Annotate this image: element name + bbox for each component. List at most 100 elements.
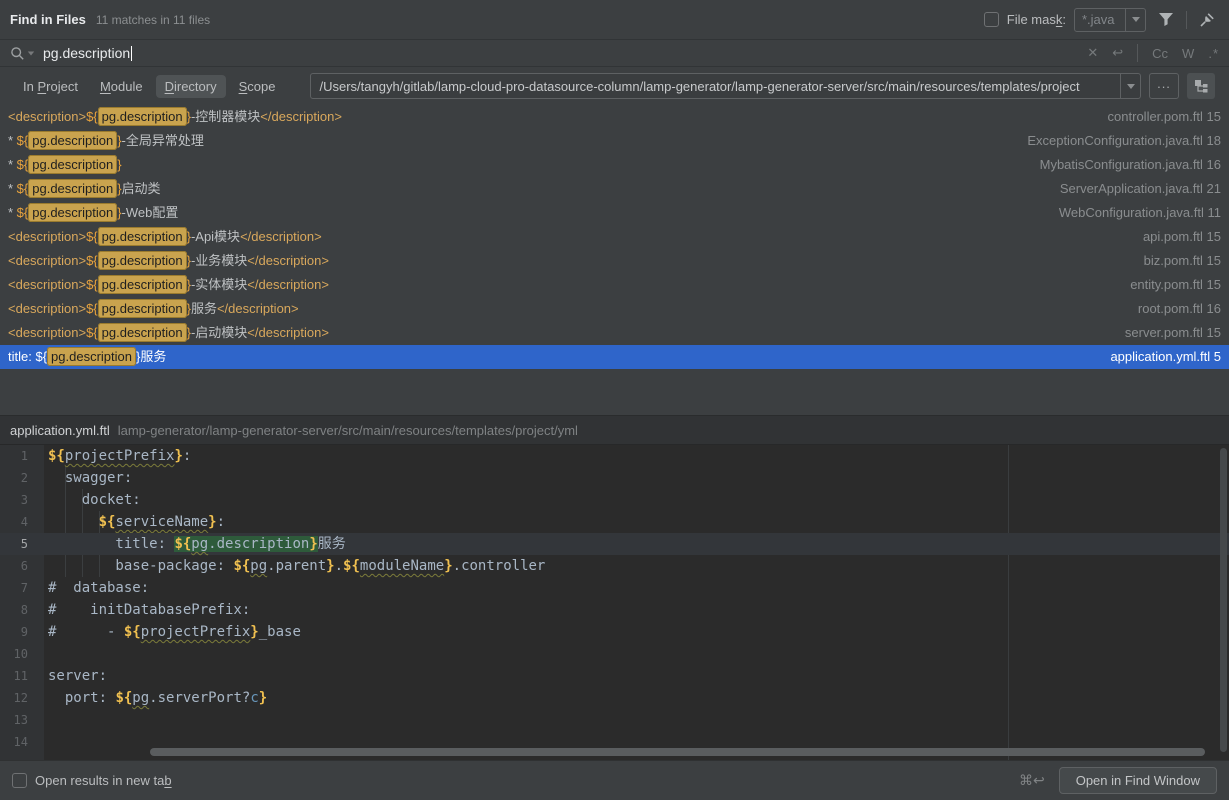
editor-preview[interactable]: 1${projectPrefix}:2 swagger:3 docket:4 $… (0, 445, 1229, 760)
result-row-text: <description>${pg.description}服务</descri… (8, 297, 1126, 321)
whole-words-toggle[interactable]: W (1182, 46, 1194, 61)
insert-newline-icon[interactable]: ↩ (1112, 45, 1123, 61)
scope-tab-directory[interactable]: Directory (156, 75, 226, 98)
result-file-reference: ExceptionConfiguration.java.ftl 18 (1027, 129, 1221, 153)
line-number: 13 (0, 709, 28, 731)
scope-tab-module[interactable]: Module (91, 75, 152, 98)
open-results-checkbox[interactable] (12, 773, 27, 788)
line-code: # database: (48, 577, 149, 599)
result-row[interactable]: <description>${pg.description}-Api模块</de… (0, 225, 1229, 249)
vertical-scrollbar[interactable] (1220, 448, 1227, 752)
line-number: 6 (0, 555, 28, 577)
result-row-text: <description>${pg.description}-控制器模块</de… (8, 105, 1096, 129)
result-row[interactable]: <description>${pg.description}-实体模块</des… (0, 273, 1229, 297)
header-separator (1186, 11, 1187, 29)
line-code: base-package: ${pg.parent}.${moduleName}… (48, 555, 545, 577)
code-line[interactable]: 13 (0, 709, 1229, 731)
result-file-reference: controller.pom.ftl 15 (1108, 105, 1221, 129)
result-file-reference: ServerApplication.java.ftl 21 (1060, 177, 1221, 201)
code-line[interactable]: 12 port: ${pg.serverPort?c} (0, 687, 1229, 709)
line-number: 8 (0, 599, 28, 621)
code-line[interactable]: 9# - ${projectPrefix}_base (0, 621, 1229, 643)
chevron-down-icon[interactable] (1120, 74, 1140, 98)
result-row[interactable]: * ${pg.description}-全局异常处理 ExceptionConfi… (0, 129, 1229, 153)
code-line[interactable]: 7# database: (0, 577, 1229, 599)
result-row-text: * ${pg.description}-Web配置 (8, 201, 1047, 225)
horizontal-scrollbar[interactable] (150, 748, 1205, 756)
preview-file-name: application.yml.ftl (10, 423, 110, 438)
file-mask-value: *.java (1075, 12, 1125, 27)
code-line[interactable]: 2 swagger: (0, 467, 1229, 489)
line-number: 10 (0, 643, 28, 665)
pin-icon[interactable] (1195, 8, 1219, 32)
clear-search-icon[interactable]: ✕ (1087, 45, 1098, 61)
code-line[interactable]: 11 server: (0, 665, 1229, 687)
open-in-find-window-button[interactable]: Open in Find Window (1059, 767, 1217, 794)
line-number: 11 (0, 665, 28, 687)
line-code: ${serviceName}: (48, 511, 225, 533)
code-line[interactable]: 6 base-package: ${pg.parent}.${moduleNam… (0, 555, 1229, 577)
result-file-reference: application.yml.ftl 5 (1110, 345, 1221, 369)
line-code: # initDatabasePrefix: (48, 599, 250, 621)
line-number: 5 (0, 533, 28, 555)
result-file-reference: api.pom.ftl 15 (1143, 225, 1221, 249)
result-row[interactable]: <description>${pg.description}-控制器模块</de… (0, 105, 1229, 129)
search-row: pg.description ✕ ↩ Cc W .* (0, 40, 1229, 67)
dialog-title: Find in Files (10, 12, 86, 27)
result-row-text: <description>${pg.description}-Api模块</de… (8, 225, 1131, 249)
code-line[interactable]: 1 ${projectPrefix}: (0, 445, 1229, 467)
project-structure-toggle[interactable] (1187, 73, 1215, 99)
result-row-text: <description>${pg.description}-启动模块</des… (8, 321, 1113, 345)
code-line[interactable]: 10 (0, 643, 1229, 665)
result-row[interactable]: * ${pg.description}启动类 ServerApplication.… (0, 177, 1229, 201)
code-line[interactable]: 3 docket: (0, 489, 1229, 511)
result-row[interactable]: <description>${pg.description}-启动模块</des… (0, 321, 1229, 345)
line-number: 2 (0, 467, 28, 489)
file-mask-combo[interactable]: *.java (1074, 8, 1146, 32)
line-number: 14 (0, 731, 28, 753)
open-results-label: Open results in new tab (35, 773, 172, 788)
browse-directory-button[interactable]: ... (1149, 73, 1179, 99)
file-mask-label: File mask: (1007, 12, 1066, 27)
result-row-text: * ${pg.description}启动类 (8, 177, 1048, 201)
line-number: 1 (0, 445, 28, 467)
code-line[interactable]: 8 # initDatabasePrefix: (0, 599, 1229, 621)
search-input[interactable]: pg.description (43, 45, 130, 61)
result-row[interactable]: * ${pg.description}MybatisConfiguration.… (0, 153, 1229, 177)
result-row[interactable]: <description>${pg.description}-业务模块</des… (0, 249, 1229, 273)
line-code: server: (48, 665, 107, 687)
line-code: docket: (48, 489, 141, 511)
scope-tabs: In ProjectModuleDirectoryScope (14, 75, 284, 98)
options-separator (1137, 44, 1138, 62)
result-row[interactable]: title: ${pg.description}服务application.ym… (0, 345, 1229, 369)
line-code: swagger: (48, 467, 132, 489)
text-caret (131, 46, 132, 61)
line-number: 12 (0, 687, 28, 709)
match-case-toggle[interactable]: Cc (1152, 46, 1168, 61)
code-line[interactable]: 4 ${serviceName}: (0, 511, 1229, 533)
results-list: <description>${pg.description}-控制器模块</de… (0, 105, 1229, 415)
result-row[interactable]: * ${pg.description}-Web配置WebConfiguratio… (0, 201, 1229, 225)
filter-icon[interactable] (1154, 8, 1178, 32)
header-controls: File mask: *.java (984, 8, 1219, 32)
result-row-text: * ${pg.description}-全局异常处理 (8, 129, 1015, 153)
directory-path-combo[interactable]: /Users/tangyh/gitlab/lamp-cloud-pro-data… (310, 73, 1141, 99)
scope-row: In ProjectModuleDirectoryScope /Users/ta… (0, 67, 1229, 105)
line-code: title: ${pg.description}服务 (48, 533, 346, 555)
result-file-reference: root.pom.ftl 16 (1138, 297, 1221, 321)
match-summary: 11 matches in 11 files (96, 13, 210, 27)
scope-tab-in-project[interactable]: In Project (14, 75, 87, 98)
dialog-header: Find in Files 11 matches in 11 files Fil… (0, 0, 1229, 40)
scope-tab-scope[interactable]: Scope (230, 75, 285, 98)
result-file-reference: entity.pom.ftl 15 (1130, 273, 1221, 297)
line-code: ${projectPrefix}: (48, 445, 191, 467)
result-file-reference: biz.pom.ftl 15 (1144, 249, 1221, 273)
result-row[interactable]: <description>${pg.description}服务</descri… (0, 297, 1229, 321)
chevron-down-icon[interactable] (1125, 9, 1145, 31)
code-lines: 1${projectPrefix}:2 swagger:3 docket:4 $… (0, 445, 1229, 753)
preview-file-path: lamp-generator/lamp-generator-server/src… (118, 423, 578, 438)
regex-toggle[interactable]: .* (1208, 46, 1219, 61)
search-icon[interactable] (10, 46, 35, 61)
file-mask-checkbox[interactable] (984, 12, 999, 27)
code-line[interactable]: 5 title: ${pg.description}服务 (0, 533, 1229, 555)
